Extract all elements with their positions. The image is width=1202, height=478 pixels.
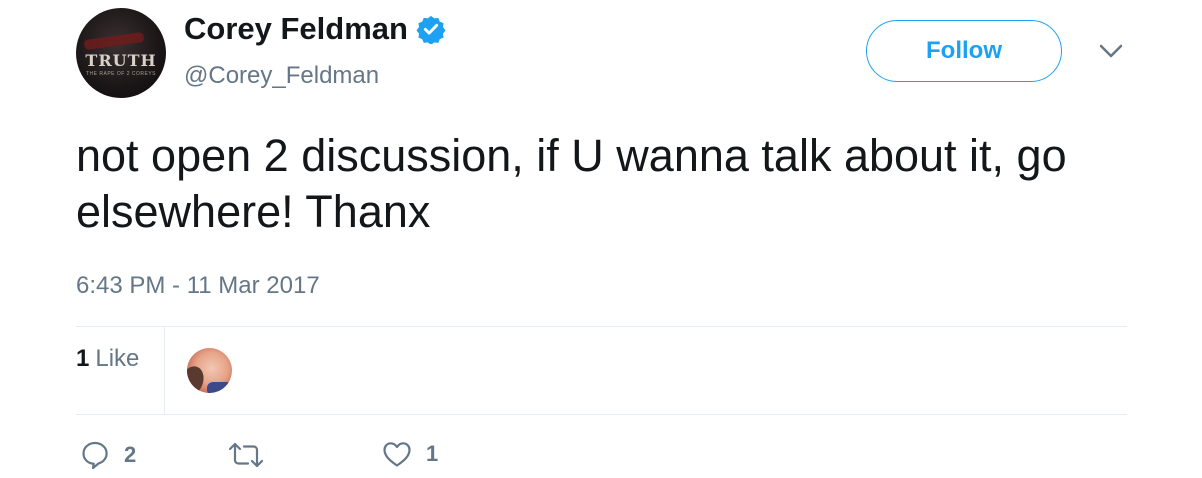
tweet-text: not open 2 discussion, if U wanna talk a… <box>76 130 1067 237</box>
follow-button[interactable]: Follow <box>866 20 1062 82</box>
like-count: 1 <box>426 441 439 466</box>
likes-count: 1 <box>76 345 90 372</box>
reply-count: 2 <box>124 442 137 467</box>
reply-icon <box>82 441 108 470</box>
avatar-streak <box>83 31 145 51</box>
like-button[interactable]: 1 <box>382 440 438 468</box>
liker-avatar-shirt <box>207 382 232 393</box>
heart-icon <box>383 442 411 467</box>
chevron-down-icon[interactable] <box>1098 42 1124 60</box>
likes-stat[interactable]: 1 Like <box>76 345 139 373</box>
liker-avatar[interactable] <box>187 348 232 393</box>
author-name-row: Corey Feldman <box>184 11 446 47</box>
divider-bottom <box>76 414 1127 415</box>
avatar-logo-text: TRUTH <box>85 51 157 70</box>
author-name[interactable]: Corey Feldman <box>184 11 408 47</box>
likes-label: Like <box>95 345 140 372</box>
verified-badge-icon <box>416 15 446 44</box>
divider-top <box>76 326 1127 327</box>
stats-separator <box>164 327 165 414</box>
author-handle[interactable]: @Corey_Feldman <box>184 62 379 90</box>
liker-avatar-hair <box>187 363 208 393</box>
retweet-button[interactable] <box>228 440 278 470</box>
tweet-timestamp[interactable]: 6:43 PM - 11 Mar 2017 <box>76 272 320 300</box>
avatar-logo-subtext: THE RAPE OF 2 COREYS <box>85 71 156 77</box>
author-avatar[interactable]: TRUTH THE RAPE OF 2 COREYS <box>76 8 166 98</box>
retweet-icon <box>228 442 264 468</box>
reply-button[interactable]: 2 <box>80 440 136 470</box>
